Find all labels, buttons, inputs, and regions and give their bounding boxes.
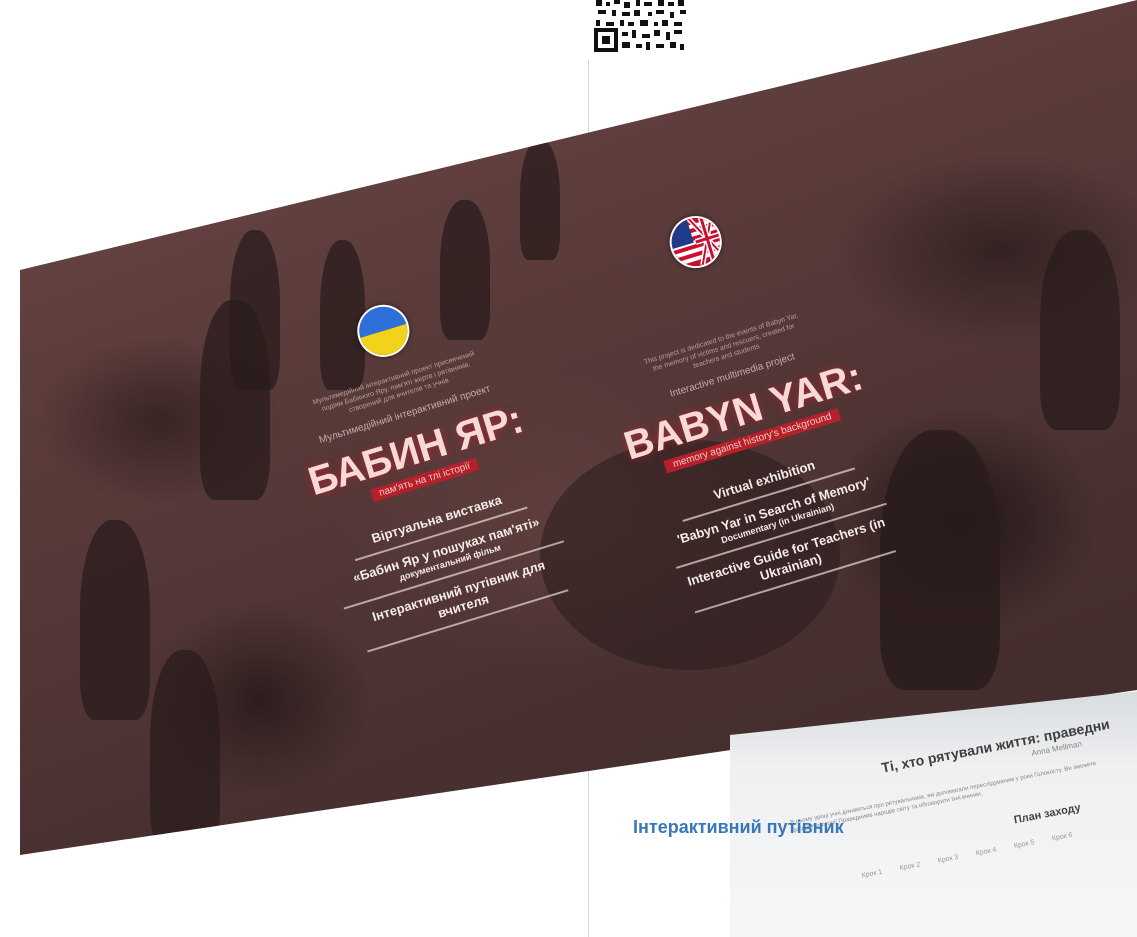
figure-silhouette bbox=[520, 140, 560, 260]
figure-silhouette bbox=[80, 520, 150, 720]
interactive-guide-link[interactable]: Інтерактивний путівник bbox=[633, 815, 893, 839]
figure-silhouette bbox=[150, 650, 220, 850]
page: Мультимедійний інтерактивний проект прис… bbox=[0, 0, 1137, 937]
qr-code-icon[interactable] bbox=[592, 0, 688, 52]
figure-silhouette bbox=[1040, 230, 1120, 430]
bottom-link-wrapper: Інтерактивний путівник bbox=[600, 810, 900, 937]
